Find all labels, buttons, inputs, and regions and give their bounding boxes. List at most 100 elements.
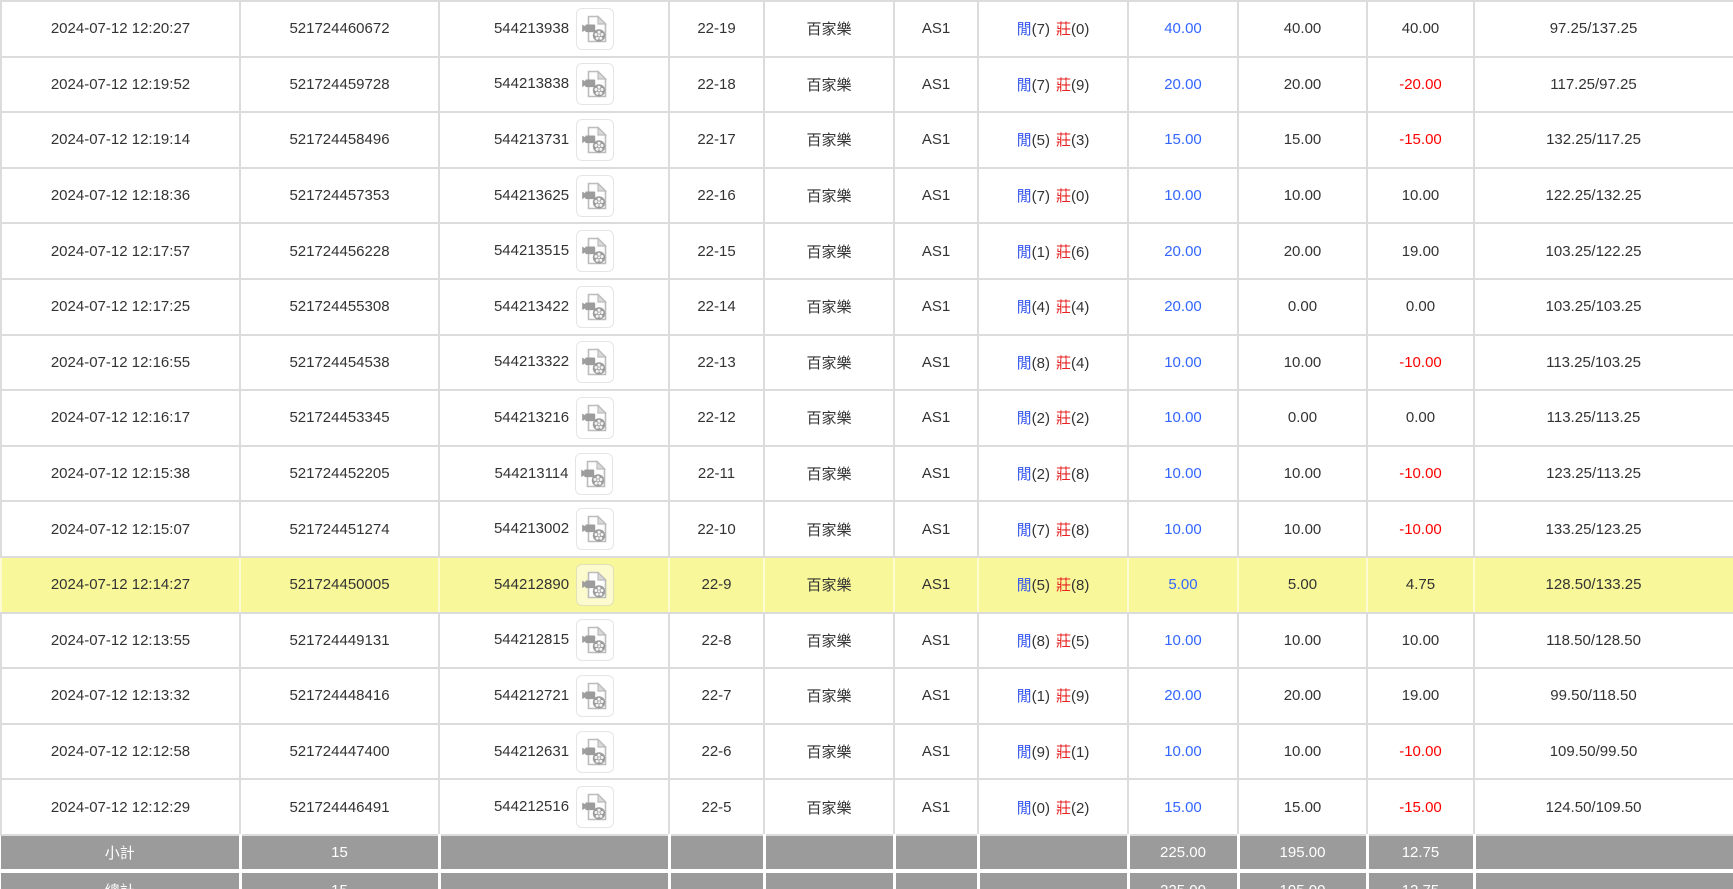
table-name: AS1 xyxy=(894,335,978,391)
game-result: 閒(7)莊(0) xyxy=(978,168,1128,224)
bet-id: 521724450005 xyxy=(240,557,439,613)
round-cell: 544213216 xyxy=(439,390,669,446)
bet-id: 521724452205 xyxy=(240,446,439,502)
video-replay-button[interactable] xyxy=(575,453,613,495)
banker-result-label: 莊 xyxy=(1056,21,1071,38)
balance: 132.25/117.25 xyxy=(1474,112,1733,168)
table-name: AS1 xyxy=(894,446,978,502)
round-cell: 544213938 xyxy=(439,1,669,57)
video-replay-button[interactable] xyxy=(576,119,614,161)
player-score: (7) xyxy=(1032,21,1050,38)
video-replay-button[interactable] xyxy=(576,286,614,328)
subtotal-bet-total: 225.00 xyxy=(1128,835,1238,871)
video-replay-file-icon xyxy=(582,571,608,599)
bet-id: 521724453345 xyxy=(240,390,439,446)
banker-result-label: 莊 xyxy=(1056,577,1071,594)
bet-amount: 20.00 xyxy=(1128,223,1238,279)
total-empty-round xyxy=(439,871,669,889)
video-replay-button[interactable] xyxy=(576,8,614,50)
shoe-round: 22-5 xyxy=(669,779,764,835)
bet-id: 521724457353 xyxy=(240,168,439,224)
player-score: (7) xyxy=(1032,77,1050,94)
valid-bet: 10.00 xyxy=(1238,613,1367,669)
bet-amount: 10.00 xyxy=(1128,501,1238,557)
table-row: 2024-07-12 12:19:52 521724459728 5442138… xyxy=(1,57,1733,113)
video-replay-button[interactable] xyxy=(576,731,614,773)
player-result-label: 閒 xyxy=(1017,744,1032,761)
banker-result-label: 莊 xyxy=(1056,410,1071,427)
banker-score: (9) xyxy=(1071,77,1089,94)
round-id: 544213322 xyxy=(494,353,569,370)
round-id: 544213731 xyxy=(494,131,569,148)
round-cell: 544213422 xyxy=(439,279,669,335)
player-result-label: 閒 xyxy=(1017,688,1032,705)
video-replay-file-icon xyxy=(582,404,608,432)
balance: 133.25/123.25 xyxy=(1474,501,1733,557)
video-replay-button[interactable] xyxy=(576,786,614,828)
bet-amount: 10.00 xyxy=(1128,613,1238,669)
bet-time: 2024-07-12 12:13:32 xyxy=(1,668,240,724)
subtotal-empty-balance xyxy=(1474,835,1733,871)
bet-id: 521724451274 xyxy=(240,501,439,557)
game-type: 百家樂 xyxy=(764,613,894,669)
banker-score: (4) xyxy=(1071,299,1089,316)
banker-result-label: 莊 xyxy=(1056,188,1071,205)
video-replay-button[interactable] xyxy=(576,230,614,272)
video-replay-button[interactable] xyxy=(576,397,614,439)
table-row: 2024-07-12 12:17:57 521724456228 5442135… xyxy=(1,223,1733,279)
table-row: 2024-07-12 12:13:55 521724449131 5442128… xyxy=(1,613,1733,669)
shoe-round: 22-8 xyxy=(669,613,764,669)
game-type: 百家樂 xyxy=(764,168,894,224)
video-replay-button[interactable] xyxy=(576,175,614,217)
shoe-round: 22-19 xyxy=(669,1,764,57)
bet-history-screen: 2024-07-12 12:20:27 521724460672 5442139… xyxy=(0,0,1733,889)
bet-amount: 15.00 xyxy=(1128,112,1238,168)
balance: 113.25/113.25 xyxy=(1474,390,1733,446)
table-name: AS1 xyxy=(894,501,978,557)
player-score: (9) xyxy=(1032,744,1050,761)
round-id: 544213114 xyxy=(495,465,569,482)
win-loss: -20.00 xyxy=(1367,57,1474,113)
player-result-label: 閒 xyxy=(1017,299,1032,316)
round-cell: 544213322 xyxy=(439,335,669,391)
round-cell: 544213731 xyxy=(439,112,669,168)
player-result-label: 閒 xyxy=(1017,188,1032,205)
video-replay-file-icon xyxy=(582,182,608,210)
table-row: 2024-07-12 12:18:36 521724457353 5442136… xyxy=(1,168,1733,224)
round-id: 544213002 xyxy=(494,520,569,537)
bet-amount: 10.00 xyxy=(1128,724,1238,780)
round-cell: 544213625 xyxy=(439,168,669,224)
game-result: 閒(0)莊(2) xyxy=(978,779,1128,835)
win-loss: -15.00 xyxy=(1367,779,1474,835)
banker-result-label: 莊 xyxy=(1056,299,1071,316)
bet-id: 521724455308 xyxy=(240,279,439,335)
round-cell: 544213002 xyxy=(439,501,669,557)
game-type: 百家樂 xyxy=(764,112,894,168)
video-replay-button[interactable] xyxy=(576,508,614,550)
balance: 122.25/132.25 xyxy=(1474,168,1733,224)
banker-result-label: 莊 xyxy=(1056,355,1071,372)
video-replay-button[interactable] xyxy=(576,63,614,105)
game-result: 閒(4)莊(4) xyxy=(978,279,1128,335)
valid-bet: 15.00 xyxy=(1238,779,1367,835)
banker-score: (9) xyxy=(1071,688,1089,705)
banker-score: (2) xyxy=(1071,800,1089,817)
total-label: 總計 xyxy=(1,871,240,889)
player-result-label: 閒 xyxy=(1017,244,1032,261)
bet-amount: 10.00 xyxy=(1128,335,1238,391)
video-replay-button[interactable] xyxy=(576,675,614,717)
round-id: 544212815 xyxy=(494,631,569,648)
valid-bet: 0.00 xyxy=(1238,390,1367,446)
subtotal-empty-table xyxy=(894,835,978,871)
shoe-round: 22-17 xyxy=(669,112,764,168)
table-name: AS1 xyxy=(894,223,978,279)
video-replay-button[interactable] xyxy=(576,341,614,383)
round-id: 544212631 xyxy=(494,742,569,759)
table-name: AS1 xyxy=(894,1,978,57)
player-score: (8) xyxy=(1032,355,1050,372)
total-empty-shoe xyxy=(669,871,764,889)
bet-amount: 20.00 xyxy=(1128,668,1238,724)
video-replay-button[interactable] xyxy=(576,564,614,606)
video-replay-button[interactable] xyxy=(576,619,614,661)
round-id: 544213838 xyxy=(494,75,569,92)
